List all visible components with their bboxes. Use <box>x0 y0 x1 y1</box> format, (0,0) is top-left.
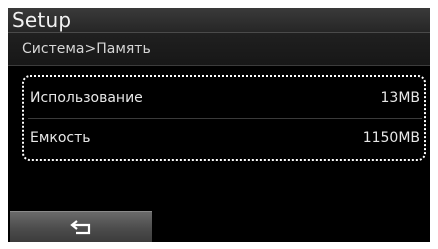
title-bar: Setup <box>8 8 430 33</box>
return-arrow-icon <box>70 220 91 235</box>
list-item-usage[interactable]: Использование 13MB <box>28 78 422 118</box>
list-item-capacity[interactable]: Емкость 1150MB <box>28 118 422 158</box>
capacity-label: Емкость <box>30 130 91 146</box>
capacity-value: 1150MB <box>362 130 420 146</box>
breadcrumb: Система>Память <box>8 33 430 66</box>
usage-value: 13MB <box>380 90 421 106</box>
usage-label: Использование <box>30 90 143 106</box>
back-button[interactable] <box>10 211 152 242</box>
page-title: Setup <box>12 8 72 32</box>
memory-info-list: Использование 13MB Емкость 1150MB <box>22 75 426 161</box>
setup-screen: Setup Система>Память Использование 13MB … <box>8 8 430 242</box>
breadcrumb-text: Система>Память <box>22 41 151 57</box>
